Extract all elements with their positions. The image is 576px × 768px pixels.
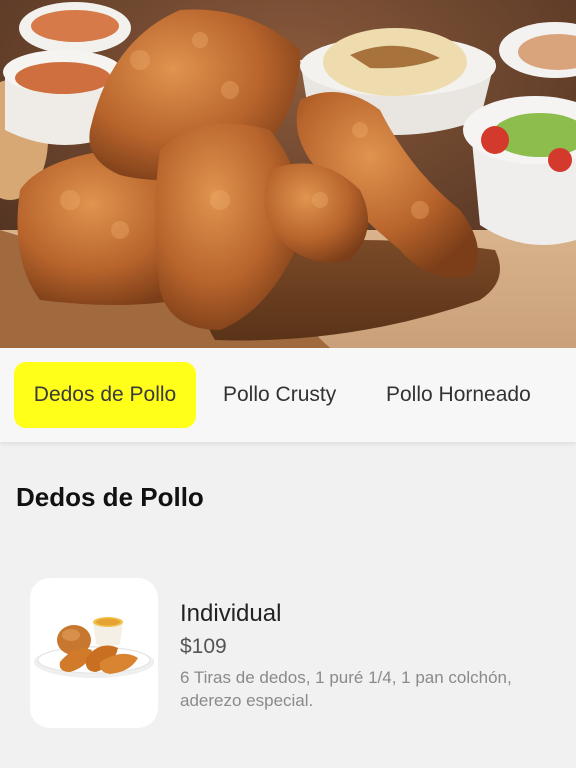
item-thumbnail: [30, 578, 158, 728]
item-price: $109: [180, 635, 227, 658]
category-tabs: Dedos de Pollo Pollo Crusty Pollo Hornea…: [0, 348, 576, 443]
fried-chicken-platter-image: [0, 0, 576, 348]
hero-image: [0, 0, 576, 348]
item-name: Individual: [180, 600, 282, 627]
item-description: 6 Tiras de dedos, 1 puré 1/4, 1 pan colc…: [180, 668, 512, 710]
tab-pollo-horneado[interactable]: Pollo Horneado: [386, 362, 531, 428]
tab-label: Pollo Horneado: [386, 383, 531, 406]
menu-item-card[interactable]: Individual $109 6 Tiras de dedos, 1 puré…: [30, 578, 558, 728]
tab-label: Pollo Crusty: [223, 383, 337, 406]
tab-label: Dedos de Pollo: [33, 383, 177, 406]
tab-dedos-de-pollo[interactable]: Dedos de Pollo: [14, 362, 196, 428]
section-title: Dedos de Pollo: [16, 482, 204, 512]
tab-pollo-crusty[interactable]: Pollo Crusty: [223, 362, 336, 428]
chicken-tenders-meal-image: [34, 617, 154, 678]
